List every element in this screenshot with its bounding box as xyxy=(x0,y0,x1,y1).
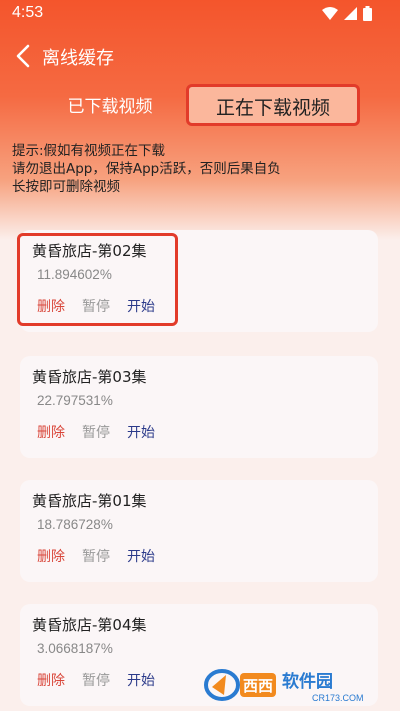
watermark-brand-part: 西西 xyxy=(243,677,273,695)
status-icons xyxy=(322,6,372,21)
item-name: 黄昏旅店-第03集 xyxy=(32,368,147,386)
chevron-left-icon xyxy=(16,44,30,68)
download-item[interactable]: 黄昏旅店-第03集 22.797531% 删除 暂停 开始 xyxy=(20,356,378,458)
item-actions: 删除 暂停 开始 xyxy=(37,422,155,442)
watermark-domain: CR173.COM xyxy=(312,693,364,703)
status-bar: 4:53 xyxy=(0,0,400,28)
tab-bar: 已下载视频 正在下载视频 xyxy=(0,82,400,132)
watermark-logo: 西西 软件园 CR173.COM xyxy=(204,669,364,703)
start-button[interactable]: 开始 xyxy=(127,422,155,442)
tip-line: 长按即可删除视频 xyxy=(12,179,120,195)
download-item[interactable]: 黄昏旅店-第01集 18.786728% 删除 暂停 开始 xyxy=(20,480,378,582)
battery-icon xyxy=(363,6,372,21)
start-button[interactable]: 开始 xyxy=(127,546,155,566)
pause-button[interactable]: 暂停 xyxy=(82,546,110,566)
item-actions: 删除 暂停 开始 xyxy=(37,546,155,566)
watermark-brand-rest: 软件园 xyxy=(282,671,333,692)
tab-downloading[interactable]: 正在下载视频 xyxy=(186,84,360,126)
back-button[interactable] xyxy=(10,40,38,72)
item-name: 黄昏旅店-第04集 xyxy=(32,616,147,634)
download-item[interactable]: 黄昏旅店-第02集 11.894602% 删除 暂停 开始 xyxy=(20,230,378,332)
item-progress: 22.797531% xyxy=(37,393,113,408)
delete-button[interactable]: 删除 xyxy=(37,546,65,566)
pause-button[interactable]: 暂停 xyxy=(82,422,110,442)
item-progress: 3.0668187% xyxy=(37,641,113,656)
item-name: 黄昏旅店-第01集 xyxy=(32,492,147,510)
item-progress: 18.786728% xyxy=(37,517,113,532)
item-actions: 删除 暂停 开始 xyxy=(37,670,155,690)
signal-icon xyxy=(344,7,357,20)
pause-button[interactable]: 暂停 xyxy=(82,670,110,690)
start-button[interactable]: 开始 xyxy=(127,670,155,690)
delete-button[interactable]: 删除 xyxy=(37,422,65,442)
page-title: 离线缓存 xyxy=(42,48,114,69)
item-actions: 删除 暂停 开始 xyxy=(37,296,155,316)
status-time: 4:53 xyxy=(12,4,44,21)
wifi-icon xyxy=(322,7,338,20)
delete-button[interactable]: 删除 xyxy=(37,296,65,316)
tips-text: 提示:假如有视频正在下载 请勿退出App，保持App活跃，否则后果自负 长按即可… xyxy=(12,142,281,196)
start-button[interactable]: 开始 xyxy=(127,296,155,316)
title-bar: 离线缓存 xyxy=(0,36,400,76)
pause-button[interactable]: 暂停 xyxy=(82,296,110,316)
item-name: 黄昏旅店-第02集 xyxy=(32,242,147,260)
tab-downloaded[interactable]: 已下载视频 xyxy=(60,92,160,122)
tip-line: 提示:假如有视频正在下载 xyxy=(12,143,166,159)
delete-button[interactable]: 删除 xyxy=(37,670,65,690)
tip-line: 请勿退出App，保持App活跃，否则后果自负 xyxy=(12,161,281,177)
item-progress: 11.894602% xyxy=(37,267,112,282)
